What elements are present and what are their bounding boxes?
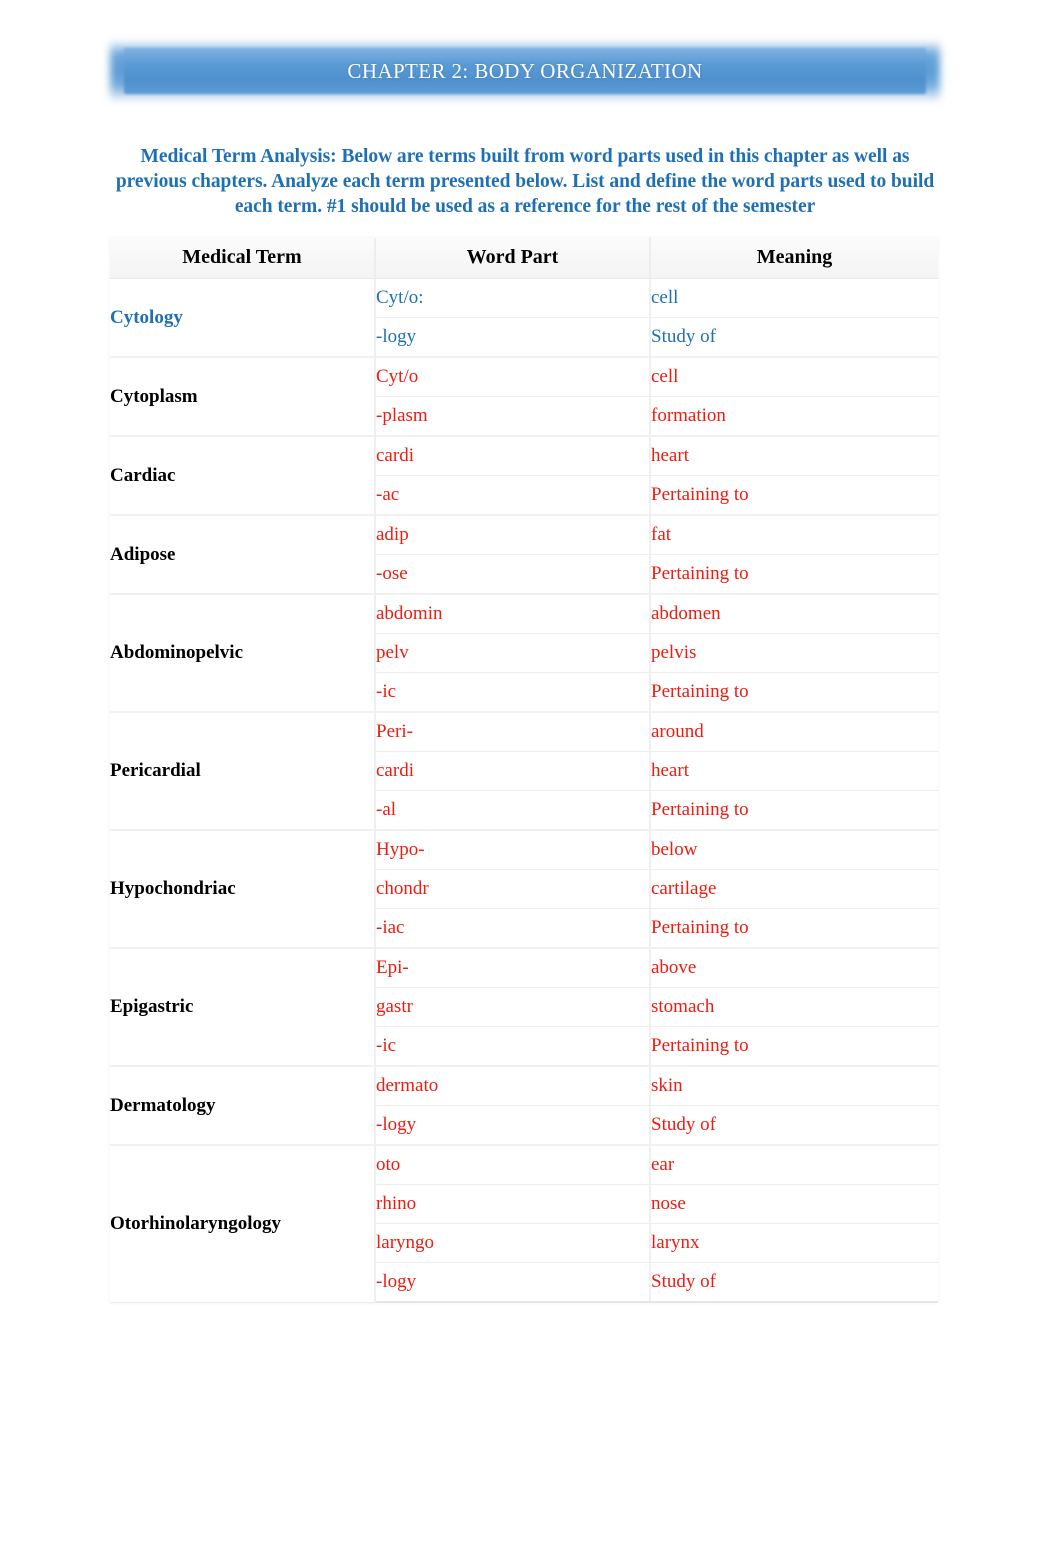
word-part-cell: -plasm <box>375 396 651 437</box>
meaning-cell: Pertaining to <box>650 475 938 516</box>
word-part-cell: chondr <box>375 869 651 909</box>
word-part-cell: pelv <box>375 633 651 673</box>
medical-term-cell: Cytology <box>110 278 376 358</box>
meaning-cell: pelvis <box>650 633 938 673</box>
word-part-cell: -al <box>375 790 651 831</box>
table-row: Dermatology dermato skin <box>110 1065 938 1146</box>
table-row: Otorhinolaryngology oto ear <box>110 1144 938 1303</box>
medical-term-cell: Dermatology <box>110 1065 376 1146</box>
table-row: Cytology Cyt/o: cell <box>110 278 938 358</box>
table-row: Pericardial Peri-around <box>110 711 938 831</box>
meaning-cell: cell <box>650 278 938 318</box>
instructions-paragraph: Medical Term Analysis: Below are terms b… <box>115 146 935 217</box>
meaning-cell: abdomen <box>650 593 938 634</box>
meaning-cell: Pertaining to <box>650 554 938 595</box>
medical-term-table-wrapper: Medical Term Word Part Meaning Cytology C… <box>110 238 938 1303</box>
meaning-cell: cartilage <box>650 869 938 909</box>
medical-term-table: Medical Term Word Part Meaning Cytology C… <box>110 238 938 1303</box>
meaning-cell: above <box>650 947 938 988</box>
word-part-cell: -logy <box>375 1262 651 1303</box>
table-row: Cardiac cardi heart <box>110 435 938 516</box>
word-part-cell: -ac <box>375 475 651 516</box>
word-part-cell: cardi <box>375 435 651 476</box>
meaning-cell: Study of <box>650 1262 938 1303</box>
word-part-cell: Epi- <box>375 947 651 988</box>
word-part-cell: Cyt/o: <box>375 278 651 318</box>
meaning-cell: Pertaining to <box>650 908 938 949</box>
chapter-title: CHAPTER 2: BODY ORGANIZATION <box>347 58 703 83</box>
medical-term-cell: Cytoplasm <box>110 356 376 437</box>
meaning-cell: heart <box>650 435 938 476</box>
column-header-medical-term: Medical Term <box>110 238 376 279</box>
meaning-cell: heart <box>650 751 938 791</box>
word-part-cell: -ic <box>375 1026 651 1067</box>
medical-term-cell: Abdominopelvic <box>110 593 376 713</box>
word-part-cell: rhino <box>375 1184 651 1224</box>
medical-term-cell: Epigastric <box>110 947 376 1067</box>
meaning-cell: formation <box>650 396 938 437</box>
word-part-cell: -ose <box>375 554 651 595</box>
table-row: Hypochondriac Hypo-below <box>110 829 938 949</box>
column-header-word-part: Word Part <box>375 238 651 279</box>
column-header-meaning: Meaning <box>650 238 938 279</box>
meaning-cell: ear <box>650 1144 938 1185</box>
word-part-cell: cardi <box>375 751 651 791</box>
word-part-cell: oto <box>375 1144 651 1185</box>
word-part-cell: Peri- <box>375 711 651 752</box>
medical-term-cell: Adipose <box>110 514 376 595</box>
table-header: Medical Term Word Part Meaning <box>110 238 938 279</box>
word-part-cell: -ic <box>375 672 651 713</box>
medical-term-cell: Pericardial <box>110 711 376 831</box>
meaning-cell: Pertaining to <box>650 672 938 713</box>
meaning-cell: skin <box>650 1065 938 1106</box>
word-part-cell: abdomin <box>375 593 651 634</box>
table-row: Adipose adip fat <box>110 514 938 595</box>
word-part-cell: dermato <box>375 1065 651 1106</box>
medical-term-cell: Otorhinolaryngology <box>110 1144 376 1303</box>
word-part-cell: adip <box>375 514 651 555</box>
word-part-cell: -iac <box>375 908 651 949</box>
meaning-cell: Pertaining to <box>650 790 938 831</box>
table-row: Epigastric Epi-above <box>110 947 938 1067</box>
meaning-cell: fat <box>650 514 938 555</box>
meaning-cell: around <box>650 711 938 752</box>
medical-term-cell: Hypochondriac <box>110 829 376 949</box>
meaning-cell: Study of <box>650 1105 938 1146</box>
medical-term-cell: Cardiac <box>110 435 376 516</box>
table-row: Cytoplasm Cyt/o cell <box>110 356 938 437</box>
word-part-cell: Cyt/o <box>375 356 651 397</box>
meaning-cell: Pertaining to <box>650 1026 938 1067</box>
word-part-cell: gastr <box>375 987 651 1027</box>
table-row: Abdominopelvic abdomin abdomen <box>110 593 938 713</box>
meaning-cell: nose <box>650 1184 938 1224</box>
meaning-cell: below <box>650 829 938 870</box>
word-part-cell: Hypo- <box>375 829 651 870</box>
meaning-cell: stomach <box>650 987 938 1027</box>
meaning-cell: larynx <box>650 1223 938 1263</box>
word-part-cell: -logy <box>375 1105 651 1146</box>
meaning-cell: Study of <box>650 317 938 358</box>
meaning-cell: cell <box>650 356 938 397</box>
table-header-row: Medical Term Word Part Meaning <box>110 238 938 279</box>
word-part-cell: laryngo <box>375 1223 651 1263</box>
chapter-banner: CHAPTER 2: BODY ORGANIZATION <box>110 40 940 102</box>
table-body: Cytology Cyt/o: cell -logy Study of Cytoplasm… <box>110 278 938 1303</box>
word-part-cell: -logy <box>375 317 651 358</box>
